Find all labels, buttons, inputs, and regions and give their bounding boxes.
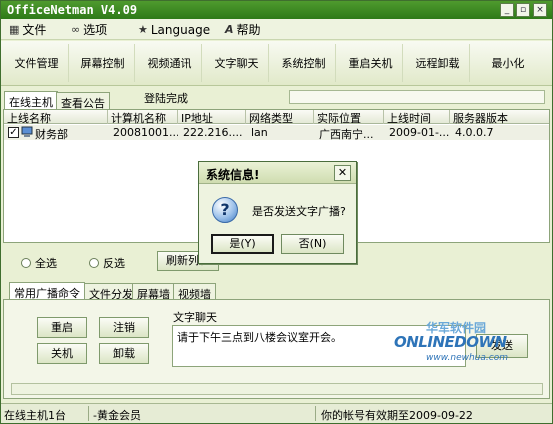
status-separator <box>315 406 316 421</box>
login-progress-bar <box>289 90 545 104</box>
select-all-label: 全选 <box>35 257 57 270</box>
cell-server-version: 4.0.0.7 <box>455 126 494 139</box>
column-header[interactable]: 实际位置 <box>314 110 384 124</box>
host-list-header: 上线名称 计算机名称 IP地址 网络类型 实际位置 上线时间 服务器版本 <box>4 110 549 124</box>
maximize-button[interactable]: ▫ <box>516 3 530 17</box>
language-icon: ★ <box>138 23 148 36</box>
menu-help[interactable]: A 帮助 <box>225 21 261 38</box>
logoff-button[interactable]: 注销 <box>99 317 149 338</box>
dialog-message: 是否发送文字广播? <box>252 205 346 218</box>
menu-bar: ▦ 文件 ∞ 选项 ★ Language A 帮助 <box>1 19 552 40</box>
restart-button[interactable]: 重启 <box>37 317 87 338</box>
tab-video-wall[interactable]: 视频墙 <box>173 283 216 301</box>
uninstall-button[interactable]: 卸载 <box>99 343 149 364</box>
horizontal-scrollbar[interactable] <box>11 383 543 395</box>
minimize-button[interactable]: _ <box>500 3 514 17</box>
options-icon: ∞ <box>71 23 81 36</box>
text-chat-label: 文字聊天 <box>173 311 217 324</box>
dialog-title-bar[interactable]: 系统信息! ✕ <box>199 162 356 184</box>
column-header[interactable]: IP地址 <box>178 110 246 124</box>
menu-language[interactable]: ★ Language <box>138 21 210 38</box>
help-icon: A <box>225 23 234 36</box>
column-header[interactable]: 网络类型 <box>246 110 314 124</box>
toolbar-file-manage-button[interactable]: 文件管理 <box>5 44 69 82</box>
cell-location: 广西南宁... <box>319 128 374 140</box>
question-icon: ? <box>212 197 238 223</box>
cell-online-time: 2009-01-... <box>389 126 450 139</box>
send-button[interactable]: 发送 <box>476 334 528 358</box>
invert-label: 反选 <box>103 257 125 270</box>
menu-file[interactable]: ▦ 文件 <box>9 21 46 38</box>
toolbar-system-control-button[interactable]: 系统控制 <box>272 44 336 82</box>
invert-selection-radio[interactable]: 反选 <box>89 255 125 271</box>
toolbar-text-chat-button[interactable]: 文字聊天 <box>205 44 269 82</box>
online-hosts-count: 在线主机1台 <box>4 409 66 422</box>
table-row[interactable]: ✓ 财务部 20081001... 222.216.... lan 广西南宁..… <box>4 125 549 140</box>
toolbar-screen-control-button[interactable]: 屏幕控制 <box>71 44 135 82</box>
column-header[interactable]: 上线时间 <box>384 110 450 124</box>
file-icon: ▦ <box>9 23 20 36</box>
toolbar-restart-shutdown-button[interactable]: 重启关机 <box>339 44 403 82</box>
account-expiry: 你的帐号有效期至2009-09-22 <box>321 409 473 422</box>
column-header[interactable]: 服务器版本 <box>450 110 549 124</box>
close-button[interactable]: × <box>533 3 547 17</box>
member-level: -黄金会员 <box>93 409 141 422</box>
toolbar-video-button[interactable]: 视频通讯 <box>138 44 202 82</box>
dialog-no-button[interactable]: 否(N) <box>281 234 344 254</box>
menu-help-label: 帮助 <box>236 23 261 37</box>
cell-host-name: 财务部 <box>35 128 68 140</box>
tab-file-distribution[interactable]: 文件分发 <box>84 283 138 301</box>
title-bar[interactable]: OfficeNetman V4.09 _ ▫ × <box>1 1 552 19</box>
dialog-close-icon[interactable]: ✕ <box>334 165 351 181</box>
main-window: OfficeNetman V4.09 _ ▫ × ▦ 文件 ∞ 选项 ★ Lan… <box>0 0 553 424</box>
shutdown-button[interactable]: 关机 <box>37 343 87 364</box>
radio-icon <box>21 258 31 268</box>
dialog-title: 系统信息! <box>206 168 260 182</box>
status-bar: 在线主机1台 -黄金会员 你的帐号有效期至2009-09-22 <box>1 403 552 423</box>
menu-options-label: 选项 <box>83 23 108 37</box>
column-header[interactable]: 计算机名称 <box>108 110 178 124</box>
dialog-yes-button[interactable]: 是(Y) <box>211 234 274 254</box>
tab-view-notice[interactable]: 查看公告 <box>56 92 110 110</box>
toolbar-minimize-button[interactable]: 最小化 <box>473 44 543 82</box>
status-separator <box>88 406 89 421</box>
row-checkbox[interactable]: ✓ <box>8 127 19 138</box>
menu-language-label: Language <box>150 22 211 37</box>
menu-file-label: 文件 <box>22 23 47 37</box>
toolbar-remote-uninstall-button[interactable]: 远程卸载 <box>406 44 470 82</box>
confirm-dialog: 系统信息! ✕ ? 是否发送文字广播? 是(Y) 否(N) <box>198 161 357 264</box>
toolbar: 文件管理 屏幕控制 视频通讯 文字聊天 系统控制 重启关机 远程卸载 最小化 <box>1 41 552 86</box>
tab-screen-wall[interactable]: 屏幕墙 <box>132 283 175 301</box>
tab-online-hosts[interactable]: 在线主机 <box>4 91 58 109</box>
chat-message-input[interactable]: 请于下午三点到八楼会议室开会。 <box>172 325 466 367</box>
cell-computer-name: 20081001... <box>113 126 178 139</box>
cell-ip: 222.216.... <box>183 126 243 139</box>
cell-network-type: lan <box>251 126 268 139</box>
window-title: OfficeNetman V4.09 <box>7 3 138 17</box>
login-status: 登陆完成 <box>144 92 188 105</box>
radio-icon <box>89 258 99 268</box>
select-all-radio[interactable]: 全选 <box>21 255 57 271</box>
menu-options[interactable]: ∞ 选项 <box>71 21 107 38</box>
column-header[interactable]: 上线名称 <box>4 110 108 124</box>
tab-broadcast-commands[interactable]: 常用广播命令 <box>9 282 85 300</box>
